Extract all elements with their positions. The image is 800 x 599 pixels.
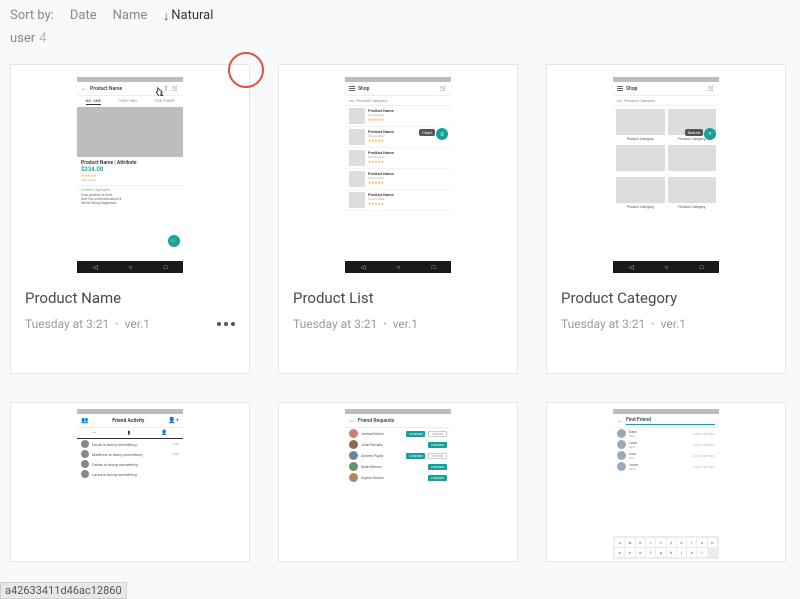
sort-active-label: Natural bbox=[171, 8, 213, 23]
card-timestamp: Tuesday at 3:21 bbox=[25, 317, 109, 331]
back-icon: ← bbox=[81, 85, 87, 92]
filter-fab-icon: ≡ bbox=[436, 128, 448, 140]
sort-option-date[interactable]: Date bbox=[70, 8, 97, 23]
search-fab-icon: ⌕ bbox=[704, 128, 716, 140]
card-title: Product Category bbox=[561, 289, 771, 307]
sort-option-natural[interactable]: ↓ Natural bbox=[163, 8, 213, 23]
find-row: LanalanaADD FRIEND bbox=[613, 439, 719, 450]
cart-icon: 🛒 bbox=[708, 85, 715, 92]
phone-mock: ← Friend Requests Joshua RollinsCONFIRMD… bbox=[345, 409, 451, 559]
price-label: $234.00 bbox=[81, 166, 179, 173]
cards-row-1: ← Product Name ⇪ 🛒 NO. ONE ITEM TWO THE … bbox=[0, 54, 800, 374]
appbar-title: Product Name bbox=[90, 86, 160, 92]
phone-mock: Shop 🛒 es › Product Category Chart ≡ Pro… bbox=[345, 77, 451, 273]
list-item: Product Namethis enrolled★★★★★ bbox=[345, 106, 451, 127]
chart-chip: Chart bbox=[419, 129, 435, 136]
card-find-friend[interactable]: ← Find Friend DaradaraADD FRIEND Lanalan… bbox=[546, 402, 786, 562]
card-timestamp: Tuesday at 3:21 bbox=[293, 317, 377, 331]
card-friend-activity[interactable]: 👥 Friend Activity 👤+ —▮👤 Linda is doing … bbox=[10, 402, 250, 562]
list-item: Product Namethis enrolled★★★★★ bbox=[345, 148, 451, 169]
appbar-title: Friend Activity bbox=[91, 418, 165, 424]
android-nav: ◁○□ bbox=[77, 261, 183, 273]
friend-tabs: —▮👤 bbox=[77, 428, 183, 439]
request-row: Noah BensonCONFIRM bbox=[345, 461, 451, 472]
user-row: user 4 bbox=[0, 27, 800, 54]
add-friend-icon: 👤+ bbox=[168, 417, 179, 424]
people-icon: 👥 bbox=[81, 417, 88, 424]
phone-mock: ← Find Friend DaradaraADD FRIEND Lanalan… bbox=[613, 409, 719, 559]
keyboard: qwertyuiop asdfghjkl bbox=[613, 536, 719, 559]
activity-row: Laura is doing something bbox=[77, 469, 183, 479]
user-label: user bbox=[10, 31, 35, 46]
phone-mock: Shop 🛒 es › Product Category Search ⌕ Pr… bbox=[613, 77, 719, 273]
hamburger-icon bbox=[617, 86, 623, 91]
card-version: ver.1 bbox=[125, 317, 150, 331]
list-item: Product Namethis enrolled★★★★★ bbox=[345, 127, 451, 148]
activity-row: Dallas is doing something bbox=[77, 459, 183, 469]
search-chip: Search bbox=[685, 129, 703, 136]
back-icon: ← bbox=[617, 417, 623, 424]
card-timestamp: Tuesday at 3:21 bbox=[561, 317, 645, 331]
hamburger-icon bbox=[349, 86, 355, 91]
find-row: LaralaraADD FRIEND bbox=[613, 450, 719, 461]
card-title: Product List bbox=[293, 289, 503, 307]
footer-id-label: a42633411d46ac12860 bbox=[0, 582, 127, 599]
request-row: Julia PiumataCONFIRM bbox=[345, 439, 451, 450]
card-preview: ← Product Name ⇪ 🛒 NO. ONE ITEM TWO THE … bbox=[11, 65, 249, 279]
list-item: Product Namethis enrolled★★★★★ bbox=[345, 169, 451, 190]
more-menu-button[interactable] bbox=[217, 322, 235, 326]
card-preview: Shop 🛒 es › Product Category Chart ≡ Pro… bbox=[279, 65, 517, 279]
separator-dot: • bbox=[115, 319, 118, 330]
sort-option-name[interactable]: Name bbox=[113, 8, 148, 23]
hero-image bbox=[77, 107, 183, 157]
card-version: ver.1 bbox=[661, 317, 686, 331]
cart-icon: 🛒 bbox=[440, 85, 447, 92]
cards-row-2: 👥 Friend Activity 👤+ —▮👤 Linda is doing … bbox=[0, 374, 800, 562]
card-title: Product Name bbox=[25, 289, 235, 307]
back-icon: ← bbox=[349, 417, 355, 424]
user-count: 4 bbox=[39, 31, 46, 46]
activity-row: Linda is doing something1:34p bbox=[77, 439, 183, 449]
product-grid: Product Category Product Category Produc… bbox=[613, 106, 719, 213]
card-product-name[interactable]: ← Product Name ⇪ 🛒 NO. ONE ITEM TWO THE … bbox=[10, 64, 250, 374]
card-product-category[interactable]: Shop 🛒 es › Product Category Search ⌕ Pr… bbox=[546, 64, 786, 374]
sort-direction-icon: ↓ bbox=[163, 9, 169, 23]
appbar-title: Friend Requests bbox=[358, 418, 447, 424]
request-row: Sophia GomezCONFIRM bbox=[345, 472, 451, 483]
fab-cart-icon: 🛒 bbox=[168, 235, 180, 247]
list-item: Product Namethis enrolled★★★★★ bbox=[345, 190, 451, 211]
breadcrumb: es › Product Category bbox=[613, 96, 719, 106]
card-friend-requests[interactable]: ← Friend Requests Joshua RollinsCONFIRMD… bbox=[278, 402, 518, 562]
tabs: NO. ONE ITEM TWO THE THIRD bbox=[77, 96, 183, 107]
annotation-circle bbox=[228, 52, 264, 88]
appbar-title: Find Friend bbox=[626, 417, 715, 425]
card-product-list[interactable]: Shop 🛒 es › Product Category Chart ≡ Pro… bbox=[278, 64, 518, 374]
sort-by-label: Sort by: bbox=[10, 8, 54, 23]
find-row: DaradaraADD FRIEND bbox=[613, 428, 719, 439]
cart-icon: 🛒 bbox=[172, 85, 179, 92]
card-version: ver.1 bbox=[393, 317, 418, 331]
find-row: LauralauraADD FRIEND bbox=[613, 461, 719, 472]
breadcrumb: es › Product Category bbox=[345, 96, 451, 106]
phone-mock: 👥 Friend Activity 👤+ —▮👤 Linda is doing … bbox=[77, 409, 183, 559]
sort-bar: Sort by: Date Name ↓ Natural bbox=[0, 0, 800, 27]
card-preview: Shop 🛒 es › Product Category Search ⌕ Pr… bbox=[547, 65, 785, 279]
request-row: Andrew PupilsCONFIRMDELETE bbox=[345, 450, 451, 461]
phone-mock: ← Product Name ⇪ 🛒 NO. ONE ITEM TWO THE … bbox=[77, 77, 183, 273]
activity-row: Matthew is doing something1:30p bbox=[77, 449, 183, 459]
request-row: Joshua RollinsCONFIRMDELETE bbox=[345, 428, 451, 439]
